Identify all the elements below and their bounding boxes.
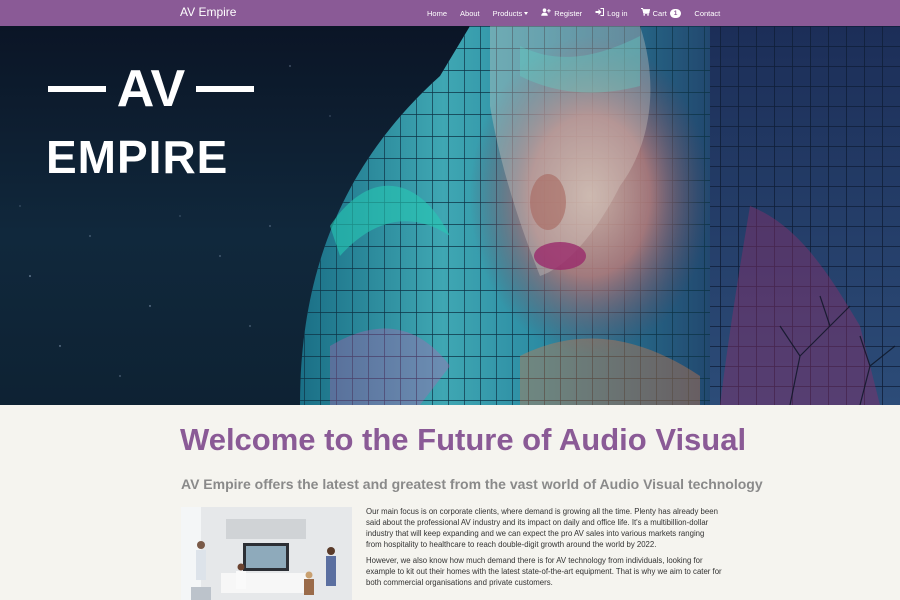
nav-cart[interactable]: Cart 1: [640, 8, 682, 18]
nav-products-label: Products: [492, 8, 523, 18]
hero-logo-line2: EMPIRE: [46, 131, 229, 183]
main-content: Welcome to the Future of Audio Visual AV…: [0, 405, 900, 600]
nav-cart-label: Cart: [652, 8, 667, 18]
intro-paragraph-2: However, we also know how much demand th…: [366, 556, 722, 587]
nav-register[interactable]: Register: [541, 8, 582, 18]
page-title: Welcome to the Future of Audio Visual: [180, 422, 747, 457]
navbar: AV Empire Home About Products Register L…: [0, 0, 900, 26]
sign-in-icon: [595, 8, 605, 18]
meeting-room-photo: [181, 507, 352, 600]
nav-about-label: About: [460, 8, 480, 18]
nav-products-dropdown[interactable]: Products: [493, 9, 529, 18]
nav-contact[interactable]: Contact: [694, 9, 720, 18]
nav-login-label: Log in: [607, 8, 628, 18]
logo-bar-right: [196, 86, 254, 92]
cart-icon: [640, 8, 650, 18]
logo-bar-left: [48, 86, 106, 92]
user-plus-icon: [541, 8, 551, 18]
nav-home-label: Home: [427, 8, 448, 18]
page-subtitle: AV Empire offers the latest and greatest…: [181, 476, 763, 492]
nav-about[interactable]: About: [460, 9, 480, 18]
hero-banner: AV EMPIRE: [0, 26, 900, 405]
hero-logo: AV EMPIRE: [46, 63, 256, 183]
nav-home[interactable]: Home: [427, 9, 447, 18]
nav-contact-label: Contact: [694, 8, 721, 18]
nav-register-label: Register: [554, 8, 583, 18]
nav-menu: Home About Products Register Log in Cart…: [427, 0, 733, 26]
brand-link[interactable]: AV Empire: [180, 6, 236, 19]
nav-login[interactable]: Log in: [595, 8, 628, 18]
hero-logo-line1: AV: [116, 60, 186, 118]
hero-logo-av: AV: [46, 63, 256, 118]
cart-count-badge: 1: [669, 8, 682, 18]
intro-paragraph-1: Our main focus is on corporate clients, …: [366, 507, 718, 549]
caret-down-icon: [524, 11, 529, 15]
